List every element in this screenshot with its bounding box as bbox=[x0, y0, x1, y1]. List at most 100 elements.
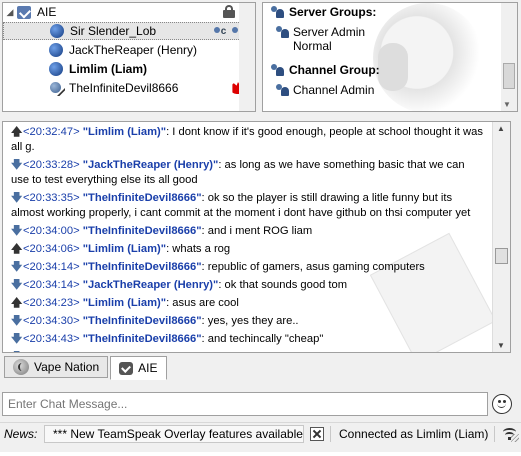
message-author[interactable]: "TheInfiniteDevil8666" bbox=[83, 333, 202, 345]
scroll-up-icon[interactable]: ▲ bbox=[497, 124, 505, 133]
message-text: : republic of gamers, asus gaming comput… bbox=[201, 261, 425, 273]
message-author[interactable]: "TheInfiniteDevil8666" bbox=[83, 261, 202, 273]
message-author[interactable]: "TheInfiniteDevil8666" bbox=[83, 225, 202, 237]
incoming-arrow-icon: 🡇 bbox=[11, 315, 23, 327]
chat-message: 🡇<20:34:43> "TheInfiniteDevil8666": and … bbox=[11, 332, 483, 347]
chat-scrollbar[interactable]: ▲ ▼ bbox=[492, 122, 510, 352]
channel-admin-badge-icon: c bbox=[212, 25, 228, 39]
close-news-icon[interactable] bbox=[310, 426, 324, 441]
chat-message: 🡇<20:34:30> "TheInfiniteDevil8666": yes,… bbox=[11, 314, 483, 329]
message-timestamp: <20:34:54> bbox=[23, 351, 80, 352]
message-text: : as long as we have something basic tha… bbox=[11, 159, 465, 186]
user-name: Sir Slender_Lob bbox=[70, 24, 157, 38]
message-text: : whats a rog bbox=[166, 243, 231, 255]
server-group-1: Server Admin bbox=[293, 25, 366, 39]
client-info-panel: Server Groups: Server Admin Normal Chann… bbox=[262, 2, 518, 112]
outgoing-arrow-icon: 🡅 bbox=[11, 243, 23, 255]
status-bar: News: *** New TeamSpeak Overlay features… bbox=[0, 422, 521, 444]
server-groups-heading: Server Groups: bbox=[271, 5, 376, 19]
chat-messages: 🡅<20:32:47> "Limlim (Liam)": I dont know… bbox=[11, 125, 483, 352]
message-author[interactable]: "Limlim (Liam)" bbox=[83, 243, 166, 255]
chat-tabs: Vape Nation AIE bbox=[4, 356, 169, 380]
chat-message-input[interactable] bbox=[2, 392, 488, 416]
news-label: News: bbox=[4, 426, 38, 441]
message-author[interactable]: "TheInfiniteDevil8666" bbox=[83, 315, 202, 327]
channel-group-icon bbox=[271, 63, 285, 77]
server-groups-label: Server Groups: bbox=[289, 5, 377, 19]
chat-message: 🡅<20:32:47> "Limlim (Liam)": I dont know… bbox=[11, 125, 483, 155]
scroll-down-icon[interactable]: ▼ bbox=[497, 341, 505, 350]
message-timestamp: <20:34:14> bbox=[23, 279, 80, 291]
channel-chat-icon bbox=[119, 361, 134, 375]
incoming-arrow-icon: 🡇 bbox=[11, 192, 23, 204]
message-timestamp: <20:33:35> bbox=[23, 192, 80, 204]
collapse-caret-icon[interactable]: ◢ bbox=[3, 7, 17, 18]
server-group-icon bbox=[271, 5, 285, 19]
outgoing-arrow-icon: 🡅 bbox=[11, 297, 23, 309]
channel-user-row[interactable]: Limlim (Liam) bbox=[3, 60, 255, 78]
scroll-thumb[interactable] bbox=[503, 63, 515, 89]
channel-name: AIE bbox=[37, 5, 57, 19]
message-author[interactable]: "TheInfiniteDevil8666" bbox=[83, 192, 202, 204]
divider bbox=[330, 425, 331, 442]
message-author[interactable]: "JackTheReaper (Henry)" bbox=[83, 279, 219, 291]
message-timestamp: <20:33:28> bbox=[23, 159, 80, 171]
tab-vape-nation[interactable]: Vape Nation bbox=[4, 356, 109, 378]
message-text: : ok that sounds good tom bbox=[218, 279, 348, 291]
channel-user-row[interactable]: TheInfiniteDevil8666 bbox=[3, 79, 255, 97]
tab-label: Vape Nation bbox=[34, 360, 100, 374]
tree-scrollbar[interactable] bbox=[239, 3, 255, 111]
away-user-icon bbox=[49, 81, 63, 95]
divider bbox=[494, 425, 496, 442]
chat-message: 🡅<20:34:06> "Limlim (Liam)": whats a rog bbox=[11, 242, 483, 257]
chat-message: 🡇<20:34:14> "JackTheReaper (Henry)": ok … bbox=[11, 278, 483, 293]
incoming-arrow-icon: 🡇 bbox=[11, 261, 23, 273]
message-text: : ok so the player is still drawing a li… bbox=[11, 192, 471, 219]
tab-aie[interactable]: AIE bbox=[110, 356, 167, 380]
user-name: Limlim (Liam) bbox=[69, 62, 148, 76]
incoming-arrow-icon: 🡇 bbox=[11, 225, 23, 237]
channel-user-row[interactable]: Sir Slender_Lobcs bbox=[3, 22, 255, 40]
message-timestamp: <20:34:06> bbox=[23, 243, 80, 255]
outgoing-arrow-icon: 🡅 bbox=[11, 126, 23, 138]
chat-scroll-thumb[interactable] bbox=[495, 248, 508, 264]
server-group-2: Normal bbox=[293, 39, 332, 53]
message-author[interactable]: "Sir Slender_Lob" bbox=[83, 351, 179, 352]
channel-admin-icon bbox=[276, 83, 290, 97]
info-scrollbar[interactable]: ▼ bbox=[501, 3, 517, 111]
message-author[interactable]: "Limlim (Liam)" bbox=[83, 126, 166, 138]
news-ticker[interactable]: *** New TeamSpeak Overlay features avail… bbox=[44, 424, 304, 443]
tab-label: AIE bbox=[138, 361, 158, 375]
resize-grip-icon[interactable] bbox=[511, 434, 519, 442]
emoticon-button-icon[interactable] bbox=[492, 394, 512, 414]
connection-status: Connected as Limlim (Liam) bbox=[339, 426, 489, 441]
channel-icon bbox=[17, 5, 31, 19]
chat-log[interactable]: 🡅<20:32:47> "Limlim (Liam)": I dont know… bbox=[2, 121, 511, 353]
user-name: JackTheReaper (Henry) bbox=[69, 43, 198, 57]
message-timestamp: <20:34:14> bbox=[23, 261, 80, 273]
chat-message: 🡇<20:34:54> "Sir Slender_Lob": are you d… bbox=[11, 350, 483, 352]
message-text: : and techincally "cheap" bbox=[201, 333, 324, 345]
headphone-watermark-icon bbox=[378, 43, 408, 91]
teamspeak-icon bbox=[13, 359, 29, 375]
user-name: TheInfiniteDevil8666 bbox=[69, 81, 179, 95]
message-author[interactable]: "JackTheReaper (Henry)" bbox=[83, 159, 219, 171]
channel-tree[interactable]: ◢ AIE Sir Slender_LobcsJackTheReaper (He… bbox=[2, 2, 256, 112]
message-timestamp: <20:34:30> bbox=[23, 315, 80, 327]
channel-user-row[interactable]: JackTheReaper (Henry) bbox=[3, 41, 255, 59]
incoming-arrow-icon: 🡇 bbox=[11, 333, 23, 345]
user-status-icon bbox=[49, 62, 63, 76]
window-bottom-edge bbox=[0, 452, 521, 456]
message-timestamp: <20:34:43> bbox=[23, 333, 80, 345]
message-timestamp: <20:34:00> bbox=[23, 225, 80, 237]
chat-message: 🡅<20:34:23> "Limlim (Liam)": asus are co… bbox=[11, 296, 483, 311]
incoming-arrow-icon: 🡇 bbox=[11, 159, 23, 171]
user-status-icon bbox=[49, 43, 63, 57]
message-timestamp: <20:34:23> bbox=[23, 297, 80, 309]
message-text: : and i ment ROG liam bbox=[201, 225, 313, 237]
message-author[interactable]: "Limlim (Liam)" bbox=[83, 297, 166, 309]
chat-message: 🡇<20:34:14> "TheInfiniteDevil8666": repu… bbox=[11, 260, 483, 275]
message-text: : asus are cool bbox=[166, 297, 239, 309]
channel-row-aie[interactable]: ◢ AIE bbox=[3, 3, 255, 21]
scroll-down-icon[interactable]: ▼ bbox=[503, 100, 511, 109]
